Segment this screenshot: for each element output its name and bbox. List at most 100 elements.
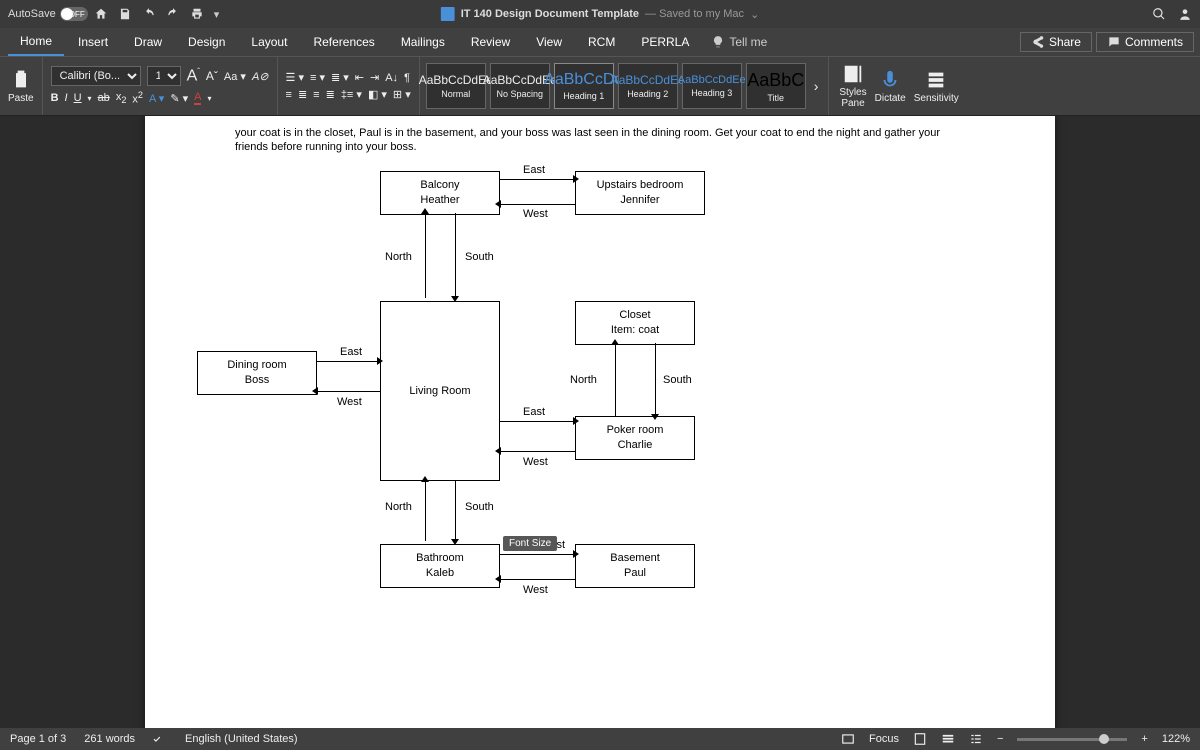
tooltip-font-size: Font Size [503, 536, 557, 551]
style-heading-3[interactable]: AaBbCcDdEeHeading 3 [682, 63, 742, 109]
share-button[interactable]: Share [1020, 32, 1092, 52]
styles-pane-button[interactable]: Styles Pane [839, 63, 866, 109]
sort-icon[interactable]: A↓ [385, 72, 398, 84]
subscript-button[interactable]: x2 [116, 91, 127, 105]
bold-button[interactable]: B [51, 92, 59, 104]
tab-layout[interactable]: Layout [239, 29, 299, 55]
zoom-out-button[interactable]: − [997, 733, 1003, 745]
spellcheck-icon[interactable] [153, 732, 167, 746]
title-bar: AutoSave OFF ▾ IT 140 Design Document Te… [0, 0, 1200, 28]
styles-overflow-icon[interactable]: › [810, 78, 823, 94]
pilcrow-icon[interactable]: ¶ [404, 72, 410, 84]
bullets-icon[interactable]: ☰ ▾ [286, 71, 304, 84]
font-name-select[interactable]: Calibri (Bo... [51, 66, 141, 86]
outline-view-icon[interactable] [969, 732, 983, 746]
dictate-button[interactable]: Dictate [875, 69, 906, 104]
font-size-select[interactable]: 12 [147, 66, 181, 86]
increase-indent-icon[interactable]: ⇥ [370, 71, 379, 84]
highlight-icon[interactable]: ✎ ▾ [170, 92, 188, 105]
superscript-button[interactable]: x2 [132, 90, 143, 106]
sensitivity-button[interactable]: Sensitivity [914, 69, 959, 104]
tabs-row: Home Insert Draw Design Layout Reference… [0, 28, 1200, 56]
language-indicator[interactable]: English (United States) [185, 733, 298, 745]
align-right-icon[interactable]: ≡ [313, 89, 319, 101]
font-color-icon[interactable]: A [194, 91, 201, 105]
text-effects-icon[interactable]: A ▾ [149, 92, 164, 105]
undo-icon[interactable] [142, 7, 156, 21]
focus-view-icon[interactable] [841, 732, 855, 746]
comments-button[interactable]: Comments [1096, 32, 1194, 52]
autosave-label: AutoSave [8, 8, 56, 20]
tab-design[interactable]: Design [176, 29, 237, 55]
tab-references[interactable]: References [301, 29, 386, 55]
numbering-icon[interactable]: ≡ ▾ [310, 71, 325, 84]
style-heading-2[interactable]: AaBbCcDdEeHeading 2 [618, 63, 678, 109]
dir-label: South [465, 501, 494, 513]
page-indicator[interactable]: Page 1 of 3 [10, 733, 66, 745]
focus-label[interactable]: Focus [869, 733, 899, 745]
increase-font-icon[interactable]: Aˆ [187, 67, 200, 85]
tab-mailings[interactable]: Mailings [389, 29, 457, 55]
comment-icon [1107, 35, 1121, 49]
tab-rcm[interactable]: RCM [576, 29, 627, 55]
styles-gallery[interactable]: AaBbCcDdEeNormal AaBbCcDdEeNo Spacing Aa… [420, 57, 830, 115]
room-living: Living Room [380, 301, 500, 481]
autosave-toggle[interactable]: AutoSave OFF [8, 7, 88, 21]
save-icon[interactable] [118, 7, 132, 21]
align-left-icon[interactable]: ≡ [286, 89, 292, 101]
print-icon[interactable] [190, 7, 204, 21]
strike-button[interactable]: ab [98, 92, 110, 104]
dir-label: East [340, 346, 362, 358]
change-case-icon[interactable]: Aa ▾ [224, 70, 246, 83]
home-icon[interactable] [94, 7, 108, 21]
decrease-indent-icon[interactable]: ⇤ [355, 71, 364, 84]
line-spacing-icon[interactable]: ‡≡ ▾ [341, 88, 362, 101]
justify-icon[interactable]: ≣ [326, 88, 335, 101]
tab-home[interactable]: Home [8, 28, 64, 56]
clear-format-icon[interactable]: A⊘ [252, 70, 269, 83]
style-normal[interactable]: AaBbCcDdEeNormal [426, 63, 486, 109]
underline-button[interactable]: U [74, 92, 82, 104]
style-heading-1[interactable]: AaBbCcDdHeading 1 [554, 63, 614, 109]
document-title[interactable]: IT 140 Design Document Template — Saved … [441, 7, 760, 21]
dir-label: West [523, 208, 548, 220]
shading-icon[interactable]: ◧ ▾ [368, 88, 387, 101]
room-dining: Dining roomBoss [197, 351, 317, 395]
tab-insert[interactable]: Insert [66, 29, 120, 55]
borders-icon[interactable]: ⊞ ▾ [393, 88, 411, 101]
room-balcony: BalconyHeather [380, 171, 500, 215]
word-count[interactable]: 261 words [84, 733, 135, 745]
paste-label: Paste [8, 93, 34, 104]
autosave-switch[interactable]: OFF [60, 7, 88, 21]
clipboard-icon[interactable] [11, 69, 31, 89]
print-layout-icon[interactable] [913, 732, 927, 746]
mic-icon [879, 69, 901, 91]
dir-label: South [465, 251, 494, 263]
room-bathroom: BathroomKaleb [380, 544, 500, 588]
style-title[interactable]: AaBbCTitle [746, 63, 806, 109]
ribbon: Paste Calibri (Bo... 12 Aˆ Aˇ Aa ▾ A⊘ B … [0, 56, 1200, 116]
zoom-slider[interactable] [1017, 738, 1127, 741]
tab-perrla[interactable]: PERRLA [629, 29, 701, 55]
italic-button[interactable]: I [65, 92, 68, 104]
tab-view[interactable]: View [524, 29, 574, 55]
account-icon[interactable] [1178, 7, 1192, 21]
style-no-spacing[interactable]: AaBbCcDdEeNo Spacing [490, 63, 550, 109]
chevron-down-icon[interactable]: ⌄ [750, 8, 759, 21]
align-center-icon[interactable]: ≣ [298, 88, 307, 101]
decrease-font-icon[interactable]: Aˇ [206, 69, 218, 83]
web-layout-icon[interactable] [941, 732, 955, 746]
zoom-in-button[interactable]: + [1141, 733, 1147, 745]
multilevel-icon[interactable]: ≣ ▾ [331, 71, 349, 84]
redo-icon[interactable] [166, 7, 180, 21]
dir-label: North [385, 501, 412, 513]
zoom-level[interactable]: 122% [1162, 733, 1190, 745]
tab-review[interactable]: Review [459, 29, 522, 55]
dir-label: North [570, 374, 597, 386]
page: your coat is in the closet, Paul is in t… [145, 116, 1055, 728]
tell-me-search[interactable]: Tell me [711, 35, 767, 49]
document-canvas[interactable]: your coat is in the closet, Paul is in t… [0, 116, 1200, 728]
search-icon[interactable] [1152, 7, 1166, 21]
tab-draw[interactable]: Draw [122, 29, 174, 55]
qat-overflow-icon[interactable]: ▾ [214, 8, 220, 21]
